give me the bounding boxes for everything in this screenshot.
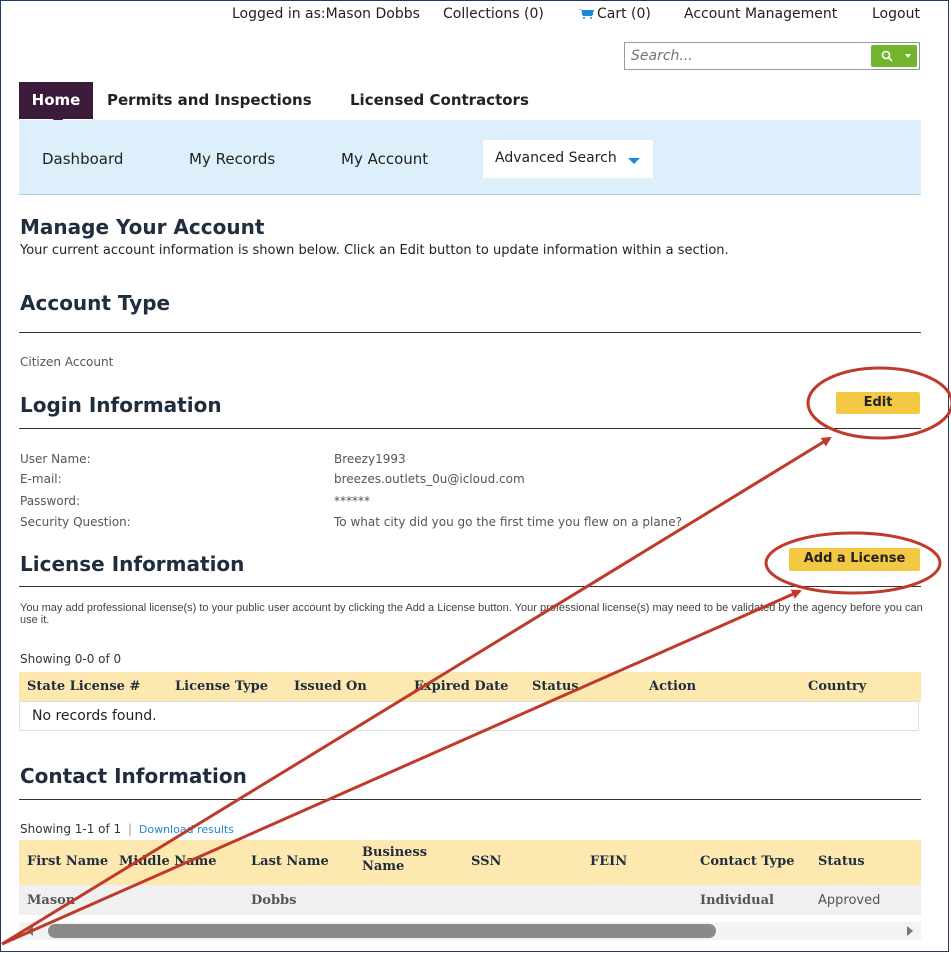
cell-first-name: Mason (27, 893, 76, 908)
column-header[interactable]: State License # (27, 679, 140, 694)
section-divider (19, 799, 921, 800)
logout-link[interactable]: Logout (872, 6, 920, 22)
column-header[interactable]: License Type (175, 679, 268, 694)
logged-in-text: Logged in as:Mason Dobbs (232, 6, 420, 22)
login-field-value: ****** (334, 494, 370, 508)
search-button[interactable] (871, 45, 917, 67)
section-divider (19, 332, 921, 333)
section-divider (19, 586, 921, 587)
advanced-search-label: Advanced Search (495, 150, 617, 166)
contact-showing-row: Showing 1-1 of 1 | Download results (20, 822, 234, 836)
login-info-heading: Login Information (20, 393, 222, 417)
cell-status: Approved (818, 893, 881, 908)
login-field-label: User Name: (20, 452, 91, 466)
tab-home[interactable]: Home (19, 82, 93, 125)
column-header: Action (649, 679, 697, 694)
page-title: Manage Your Account (20, 215, 265, 239)
subnav-advanced-search[interactable]: Advanced Search (483, 140, 653, 178)
global-search (624, 42, 920, 70)
no-records-text: No records found. (32, 708, 157, 724)
section-divider (19, 428, 921, 429)
login-field-value: To what city did you go the first time y… (334, 515, 683, 529)
search-icon (881, 50, 893, 62)
cell-last-name: Dobbs (251, 893, 297, 908)
column-header[interactable]: Status (818, 854, 865, 869)
license-description: You may add professional license(s) to y… (20, 602, 923, 626)
scroll-right-icon[interactable] (907, 926, 913, 936)
cart-label: Cart (0) (597, 6, 651, 22)
column-header[interactable]: Status (532, 679, 579, 694)
account-management-link[interactable]: Account Management (684, 6, 837, 22)
contact-info-heading: Contact Information (20, 764, 247, 788)
add-license-button[interactable]: Add a License (789, 548, 920, 571)
column-header[interactable]: Contact Type (700, 854, 795, 869)
chevron-down-icon (905, 54, 911, 58)
horizontal-scrollbar[interactable] (19, 922, 921, 940)
login-field-value: Breezy1993 (334, 452, 406, 466)
login-field-label: Password: (20, 494, 81, 508)
subnav-dashboard[interactable]: Dashboard (42, 150, 123, 168)
license-info-heading: License Information (20, 552, 245, 576)
tab-licensed-contractors[interactable]: Licensed Contractors (350, 82, 529, 119)
subnav-my-records[interactable]: My Records (189, 150, 275, 168)
download-results-link[interactable]: Download results (139, 823, 234, 836)
cart-icon (578, 9, 594, 19)
account-type-value: Citizen Account (20, 355, 114, 369)
column-header[interactable]: Business Name (362, 846, 434, 874)
column-header[interactable]: Last Name (251, 854, 329, 869)
scroll-left-icon[interactable] (27, 926, 33, 936)
column-header[interactable]: Middle Name (119, 854, 217, 869)
account-type-heading: Account Type (20, 291, 171, 315)
login-field-label: Security Question: (20, 515, 131, 529)
sub-nav: Dashboard My Records My Account Advanced… (19, 120, 921, 195)
scroll-thumb[interactable] (48, 924, 716, 938)
column-header[interactable]: Issued On (294, 679, 367, 694)
login-field-value: breezes.outlets_0u@icloud.com (334, 472, 525, 486)
contact-showing-count: Showing 1-1 of 1 (20, 822, 122, 836)
column-header[interactable]: First Name (27, 854, 108, 869)
license-empty-row: No records found. (19, 701, 919, 731)
column-header[interactable]: Country (808, 679, 866, 694)
tab-permits[interactable]: Permits and Inspections (107, 82, 312, 119)
license-showing-count: Showing 0-0 of 0 (20, 652, 122, 666)
column-header[interactable]: Expired Date (414, 679, 508, 694)
cell-contact-type: Individual (700, 893, 774, 908)
search-input[interactable] (631, 47, 861, 65)
column-header[interactable]: FEIN (590, 854, 627, 869)
utility-bar: Logged in as:Mason Dobbs Collections (0)… (0, 6, 951, 26)
page-intro: Your current account information is show… (20, 243, 729, 258)
separator: | (128, 822, 133, 836)
edit-button[interactable]: Edit (836, 392, 920, 414)
cart-link[interactable]: Cart (0) (578, 6, 651, 22)
dropdown-arrow-icon (628, 158, 640, 164)
column-header[interactable]: SSN (471, 854, 501, 869)
subnav-my-account[interactable]: My Account (341, 150, 428, 168)
license-table-header: State License # License Type Issued On E… (19, 672, 921, 702)
collections-link[interactable]: Collections (0) (443, 6, 544, 22)
table-row[interactable]: Mason Dobbs Individual Approved (19, 885, 921, 915)
login-field-label: E-mail: (20, 472, 62, 486)
contact-table-header: First Name Middle Name Last Name Busines… (19, 840, 921, 885)
